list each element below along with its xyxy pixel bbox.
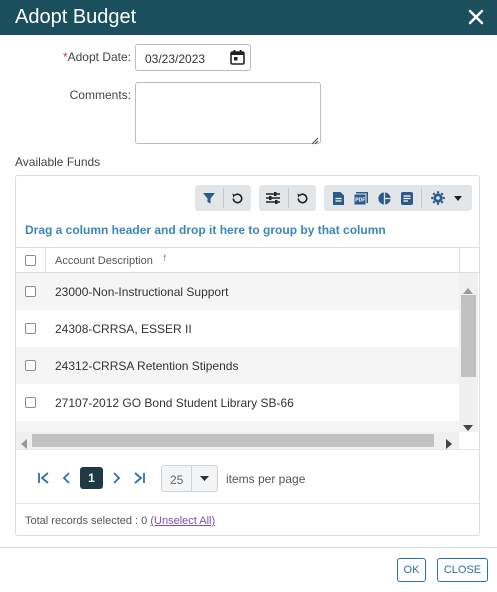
adopt-date-label: *Adopt Date: — [40, 50, 131, 64]
comments-textarea[interactable] — [135, 82, 321, 145]
pager: 1 25 items per page — [16, 449, 479, 504]
grid-body: 23000-Non-Instructional Support 24308-CR… — [16, 273, 459, 432]
header-divider — [45, 248, 46, 274]
next-page-icon[interactable] — [105, 467, 127, 489]
page-size-select[interactable]: 25 — [161, 465, 218, 492]
resize-grip-icon[interactable] — [309, 132, 319, 145]
table-row[interactable]: 24308-CRRSA, ESSER II — [16, 310, 459, 347]
total-selected-text: Total records selected : 0 (Unselect All… — [25, 515, 215, 527]
column-header-account-description[interactable]: Account Description — [55, 255, 153, 267]
dropdown-caret-icon — [454, 195, 462, 201]
comments-label: Comments: — [69, 88, 131, 102]
adopt-date-label-text: Adopt Date: — [67, 50, 131, 64]
adopt-date-value: 03/23/2023 — [145, 52, 206, 66]
group-by-hint[interactable]: Drag a column header and drop it here to… — [25, 223, 386, 237]
row-checkbox[interactable] — [25, 360, 36, 371]
table-row[interactable]: 23000-Non-Instructional Support — [16, 273, 459, 310]
row-account-description: 24308-CRRSA, ESSER II — [55, 322, 192, 336]
previous-page-icon[interactable] — [56, 467, 78, 489]
scrollbar-corner — [459, 432, 478, 449]
filter-toolbar-group — [195, 185, 251, 211]
current-page-button[interactable]: 1 — [80, 467, 103, 489]
close-button[interactable]: CLOSE — [437, 558, 488, 582]
settings-icon — [430, 190, 446, 206]
total-selected-label: Total records selected : 0 — [25, 515, 148, 527]
page-size-value: 25 — [170, 473, 184, 487]
header-divider — [459, 248, 460, 274]
ok-button[interactable]: OK — [397, 558, 426, 582]
sort-ascending-icon: ↑ — [162, 252, 168, 264]
unselect-all-link[interactable]: (Unselect All) — [150, 515, 215, 527]
reset-icon[interactable] — [224, 185, 250, 211]
vertical-scrollbar[interactable] — [459, 273, 478, 432]
dialog-titlebar: Adopt Budget — [0, 0, 497, 35]
grid-header: Account Description ↑ — [16, 247, 479, 274]
table-row[interactable]: 27107-2012 GO Bond Student Library SB-66 — [16, 384, 459, 421]
table-row[interactable] — [16, 421, 459, 432]
chevron-down-icon[interactable] — [191, 466, 217, 491]
row-checkbox[interactable] — [25, 397, 36, 408]
toolbar-divider — [421, 188, 422, 208]
available-funds-label: Available Funds — [15, 155, 101, 169]
select-all-checkbox[interactable] — [25, 255, 36, 266]
vertical-scroll-thumb[interactable] — [461, 295, 476, 377]
list-icon[interactable] — [394, 185, 420, 211]
refresh-icon[interactable] — [289, 185, 315, 211]
filter-icon[interactable] — [196, 185, 222, 211]
dialog-footer-divider — [0, 547, 497, 548]
adopt-date-field[interactable]: 03/23/2023 — [135, 44, 251, 71]
close-icon[interactable] — [465, 6, 487, 28]
items-per-page-label: items per page — [226, 472, 306, 486]
first-page-icon[interactable] — [33, 467, 55, 489]
row-checkbox[interactable] — [25, 323, 36, 334]
row-checkbox[interactable] — [25, 286, 36, 297]
row-account-description: 24312-CRRSA Retention Stipends — [55, 359, 239, 373]
row-account-description: 23000-Non-Instructional Support — [55, 285, 229, 299]
svg-text:PDF: PDF — [355, 197, 365, 203]
columns-settings-icon[interactable] — [260, 185, 286, 211]
last-page-icon[interactable] — [128, 467, 150, 489]
export-toolbar-group: PDF — [324, 185, 472, 211]
horizontal-scroll-thumb[interactable] — [32, 434, 434, 447]
settings-dropdown-button[interactable] — [424, 185, 468, 211]
row-account-description: 27107-2012 GO Bond Student Library SB-66 — [55, 396, 294, 410]
calendar-icon[interactable] — [228, 48, 247, 67]
columns-toolbar-group — [259, 185, 316, 211]
dialog-title: Adopt Budget — [15, 6, 137, 28]
horizontal-scrollbar[interactable] — [16, 432, 459, 449]
funds-grid-panel: PDF Drag a column header and drop it her… — [15, 175, 480, 536]
table-row[interactable]: 24312-CRRSA Retention Stipends — [16, 347, 459, 384]
